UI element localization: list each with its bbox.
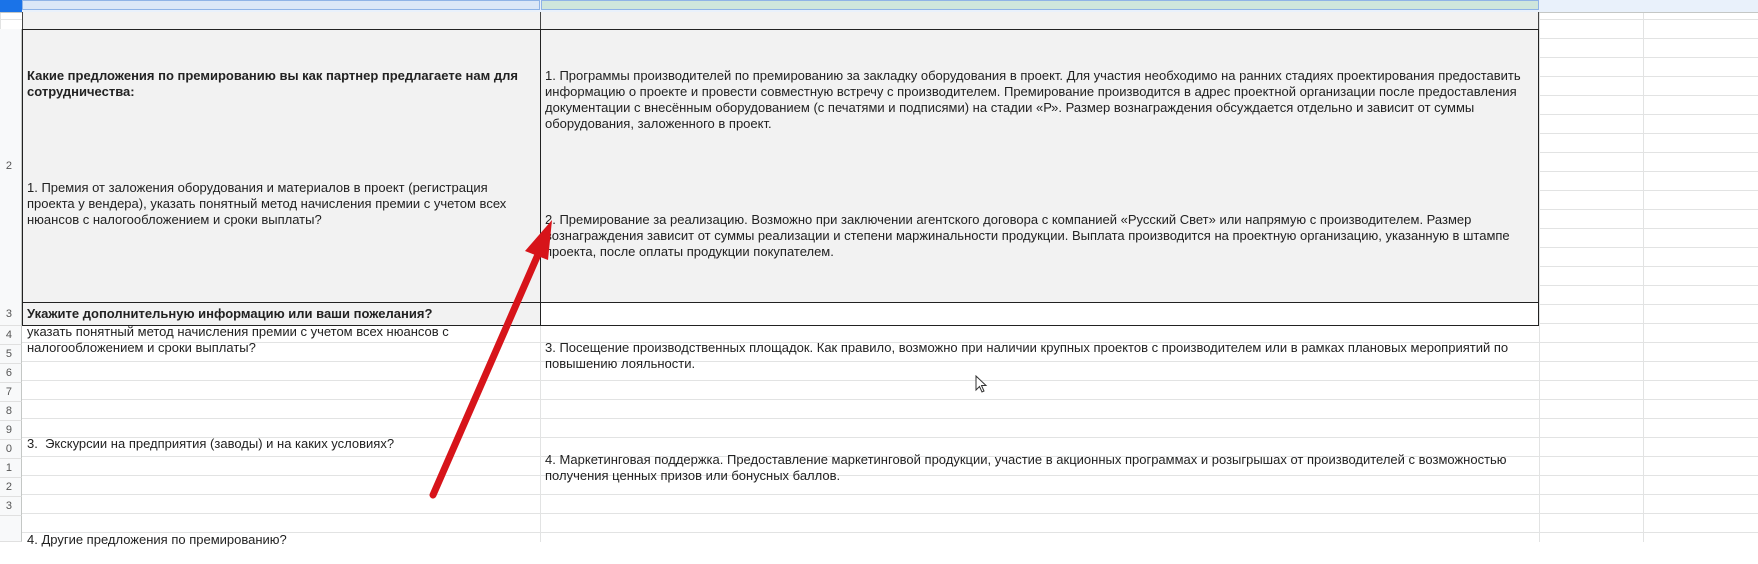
arrow-head — [525, 220, 552, 260]
mouse-cursor-icon — [975, 375, 988, 393]
arrow-shaft — [429, 246, 544, 499]
annotation-arrow — [429, 220, 552, 499]
